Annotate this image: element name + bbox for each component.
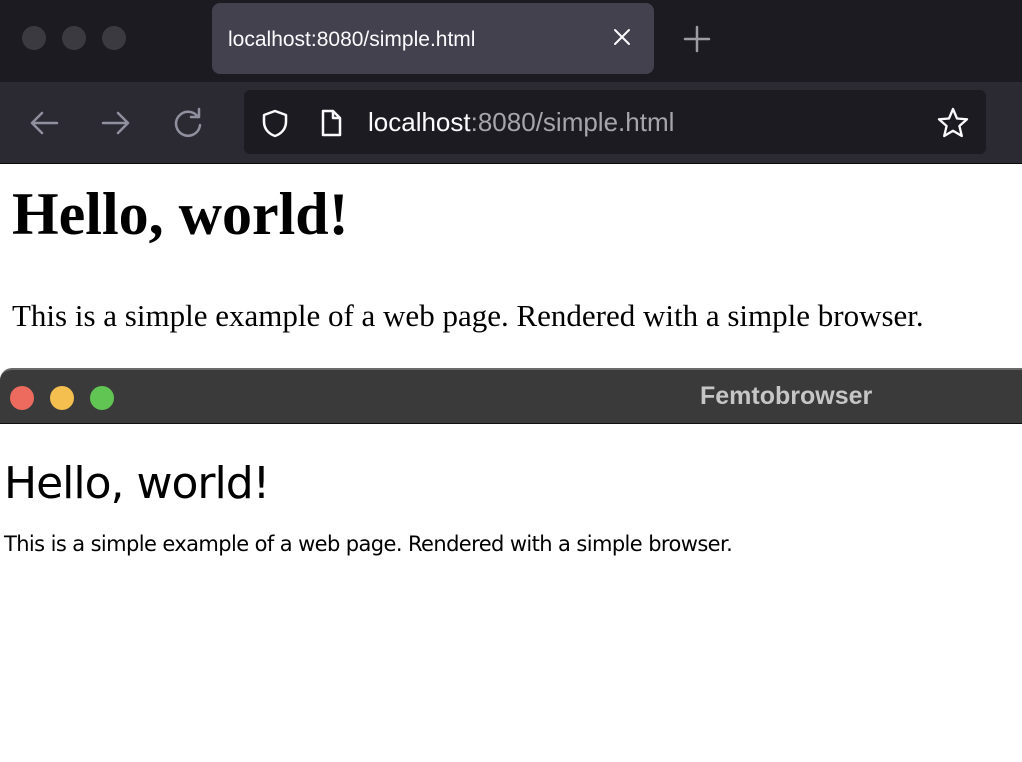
zoom-button[interactable] (90, 386, 114, 410)
url-text[interactable]: localhost:8080/simple.html (368, 107, 674, 138)
tab-active[interactable]: localhost:8080/simple.html (212, 3, 654, 74)
firefox-page-content: Hello, world! This is a simple example o… (0, 164, 1022, 534)
firefox-tab-strip: localhost:8080/simple.html (0, 0, 1022, 82)
close-icon[interactable] (610, 25, 634, 49)
firefox-nav-bar: localhost:8080/simple.html (0, 82, 1022, 164)
reload-icon[interactable] (171, 106, 205, 140)
page-heading: Hello, world! (12, 181, 349, 247)
page-heading: Hello, world! (4, 458, 270, 509)
page-paragraph: This is a simple example of a web page. … (12, 298, 924, 333)
forward-arrow-icon[interactable] (99, 106, 133, 140)
window-zoom-dot[interactable] (102, 26, 126, 50)
window-title: Femtobrowser (700, 382, 873, 410)
url-bar[interactable]: localhost:8080/simple.html (244, 90, 986, 154)
tab-title: localhost:8080/simple.html (228, 28, 476, 51)
page-icon[interactable] (316, 108, 346, 138)
page-paragraph: This is a simple example of a web page. … (4, 532, 733, 556)
femtobrowser-window: Femtobrowser Hello, world! This is a sim… (0, 368, 1022, 762)
femtobrowser-page-content: Hello, world! This is a simple example o… (0, 424, 1022, 762)
close-button[interactable] (10, 386, 34, 410)
femtobrowser-title-bar[interactable]: Femtobrowser (0, 368, 1022, 424)
window-minimize-dot[interactable] (62, 26, 86, 50)
url-host: localhost (368, 107, 471, 137)
shield-icon[interactable] (260, 108, 290, 138)
star-icon[interactable] (936, 106, 970, 140)
back-arrow-icon[interactable] (27, 106, 61, 140)
url-path: :8080/simple.html (470, 107, 675, 137)
minimize-button[interactable] (50, 386, 74, 410)
plus-icon[interactable] (680, 22, 714, 56)
window-close-dot[interactable] (22, 26, 46, 50)
